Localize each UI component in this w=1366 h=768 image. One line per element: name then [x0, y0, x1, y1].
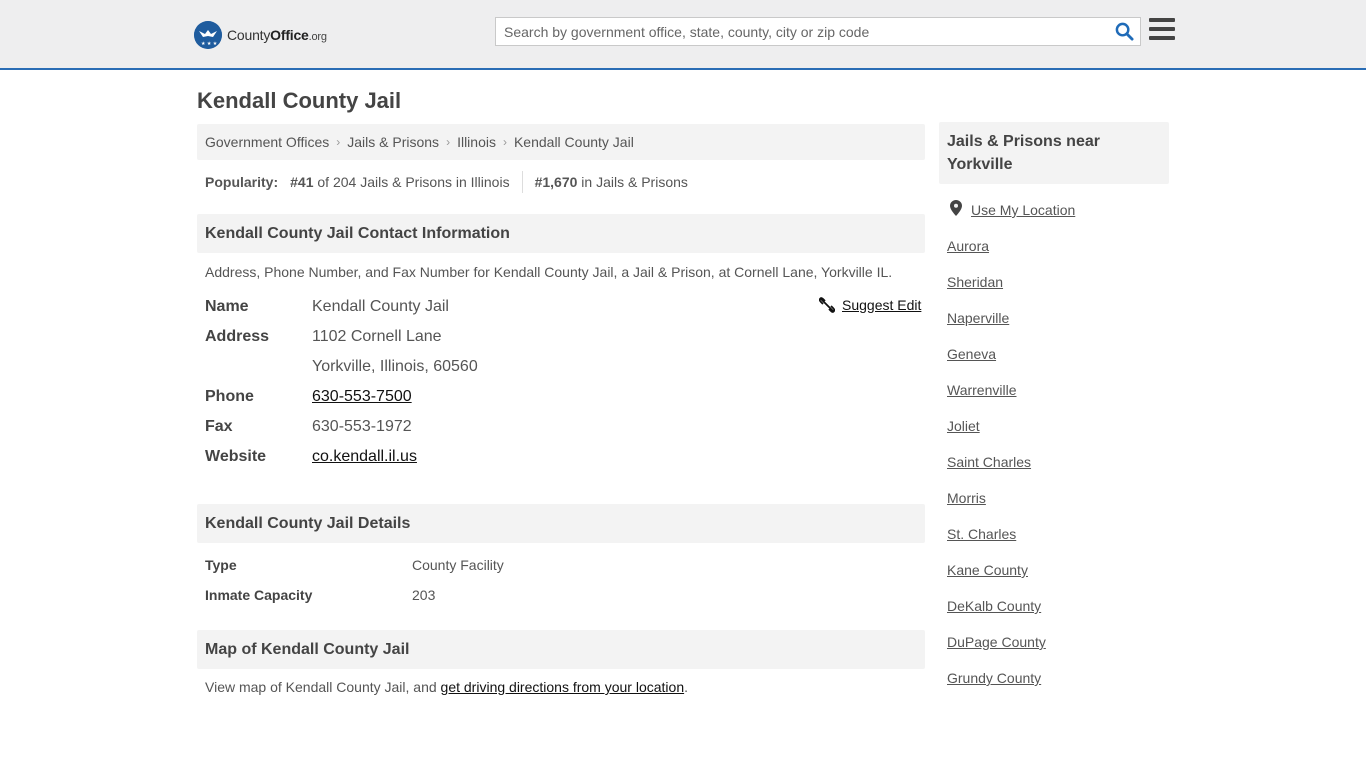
map-description: View map of Kendall County Jail, and get… [205, 679, 688, 695]
type-label: Type [205, 557, 237, 573]
map-heading: Map of Kendall County Jail [197, 630, 925, 669]
website-link[interactable]: co.kendall.il.us [312, 448, 417, 466]
contact-website-row: Website co.kendall.il.us [205, 446, 417, 468]
address-label: Address [205, 328, 270, 345]
name-value: Kendall County Jail [312, 298, 449, 315]
contact-phone-row: Phone 630-553-7500 [205, 386, 412, 408]
nearby-st-charles[interactable]: St. Charles [947, 524, 1016, 542]
nearby-kane-county[interactable]: Kane County [947, 560, 1028, 578]
map-pin-icon [947, 200, 965, 220]
chevron-right-icon: › [502, 135, 507, 149]
contact-address-row: Address 1102 Cornell Lane [205, 326, 442, 348]
nearby-dupage-county[interactable]: DuPage County [947, 632, 1046, 650]
popularity-row: Popularity: #41 of 204 Jails & Prisons i… [205, 171, 688, 193]
national-rank-text: in Jails & Prisons [581, 174, 688, 190]
website-label: Website [205, 448, 267, 465]
svg-text:★ ★ ★: ★ ★ ★ [201, 41, 218, 47]
address-line2: Yorkville, Illinois, 60560 [312, 358, 478, 375]
nearby-dekalb-county[interactable]: DeKalb County [947, 596, 1041, 614]
nearby-saint-charles[interactable]: Saint Charles [947, 452, 1031, 470]
driving-directions-link[interactable]: get driving directions from your locatio… [441, 679, 685, 695]
phone-label: Phone [205, 388, 254, 405]
breadcrumb: Government Offices › Jails & Prisons › I… [197, 124, 925, 160]
search-button[interactable] [1108, 18, 1140, 45]
logo-text: CountyOffice.org [227, 27, 327, 43]
nearby-list: Use My Location Aurora Sheridan Napervil… [947, 200, 1075, 704]
divider [521, 171, 523, 193]
name-label: Name [205, 298, 249, 315]
contact-heading: Kendall County Jail Contact Information [197, 214, 925, 253]
breadcrumb-government-offices[interactable]: Government Offices [205, 134, 329, 150]
eagle-logo-icon: ★ ★ ★ [194, 21, 222, 49]
contact-fax-row: Fax 630-553-1972 [205, 416, 412, 438]
sidebar-heading: Jails & Prisons near Yorkville [939, 122, 1169, 184]
nearby-joliet[interactable]: Joliet [947, 416, 980, 434]
search-input[interactable] [496, 18, 1108, 45]
nearby-aurora[interactable]: Aurora [947, 236, 989, 254]
suggest-edit-link[interactable]: Suggest Edit [819, 297, 921, 313]
fax-label: Fax [205, 418, 233, 435]
nearby-morris[interactable]: Morris [947, 488, 986, 506]
breadcrumb-current[interactable]: Kendall County Jail [514, 134, 634, 150]
capacity-value: 203 [412, 587, 436, 603]
phone-link[interactable]: 630-553-7500 [312, 388, 412, 406]
page-title: Kendall County Jail [197, 88, 402, 113]
contact-description: Address, Phone Number, and Fax Number fo… [205, 264, 893, 280]
state-rank-text: of 204 Jails & Prisons in Illinois [317, 174, 510, 190]
breadcrumb-illinois[interactable]: Illinois [457, 134, 496, 150]
type-value: County Facility [412, 557, 504, 573]
state-rank: #41 [290, 174, 314, 190]
suggest-edit-label: Suggest Edit [842, 297, 922, 313]
chevron-right-icon: › [336, 135, 341, 149]
popularity-label: Popularity: [205, 174, 279, 190]
nearby-grundy-county[interactable]: Grundy County [947, 668, 1041, 686]
detail-type-row: Type County Facility [205, 555, 504, 575]
fax-value: 630-553-1972 [312, 418, 412, 435]
top-header: ★ ★ ★ CountyOffice.org [0, 0, 1366, 70]
nearby-warrenville[interactable]: Warrenville [947, 380, 1017, 398]
search-icon [1115, 22, 1134, 41]
nearby-naperville[interactable]: Naperville [947, 308, 1009, 326]
map-text: View map of Kendall County Jail, and [205, 679, 437, 695]
use-location-item: Use My Location [947, 200, 1075, 236]
address-line1: 1102 Cornell Lane [312, 328, 442, 345]
contact-name-row: Name Kendall County Jail [205, 296, 449, 318]
nearby-sheridan[interactable]: Sheridan [947, 272, 1003, 290]
breadcrumb-jails-prisons[interactable]: Jails & Prisons [347, 134, 439, 150]
nearby-geneva[interactable]: Geneva [947, 344, 996, 362]
detail-capacity-row: Inmate Capacity 203 [205, 585, 435, 605]
national-rank: #1,670 [534, 174, 578, 190]
capacity-label: Inmate Capacity [205, 587, 313, 603]
details-heading: Kendall County Jail Details [197, 504, 925, 543]
contact-address-row-2: Yorkville, Illinois, 60560 [205, 356, 478, 378]
site-logo[interactable]: ★ ★ ★ CountyOffice.org [194, 20, 327, 50]
use-my-location-link[interactable]: Use My Location [971, 200, 1075, 218]
chevron-right-icon: › [446, 135, 451, 149]
broken-link-icon [819, 297, 835, 313]
search-box [495, 17, 1141, 46]
hamburger-menu-icon[interactable] [1149, 18, 1175, 42]
